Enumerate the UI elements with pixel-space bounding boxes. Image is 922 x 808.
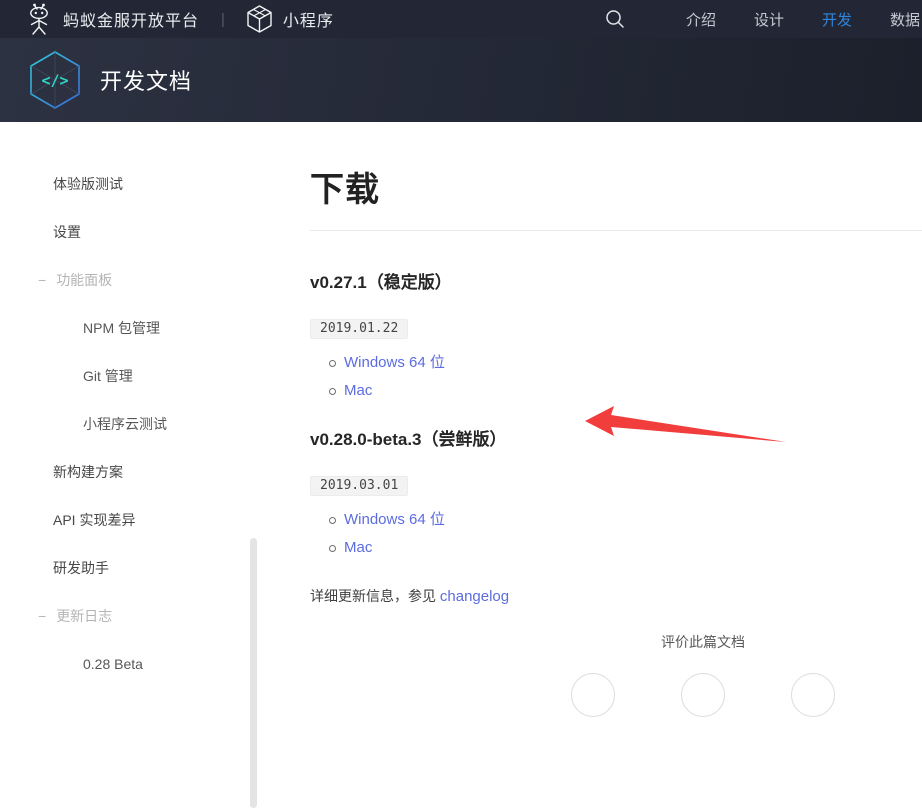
- sidebar-item-settings[interactable]: 设置: [0, 208, 300, 256]
- sidebar-item-new-build[interactable]: 新构建方案: [0, 448, 300, 496]
- release-date-badge: 2019.03.01: [310, 476, 408, 496]
- sidebar-group-feature-panel[interactable]: −功能面板: [0, 256, 300, 304]
- nav-item-design[interactable]: 设计: [754, 9, 784, 30]
- list-item: Mac: [310, 381, 922, 401]
- collapse-minus-icon[interactable]: −: [38, 608, 46, 624]
- sidebar-scrollbar[interactable]: [250, 538, 257, 808]
- rating-row: [310, 673, 922, 717]
- page-title: 下载: [310, 162, 922, 211]
- miniprogram-hexagon-icon[interactable]: [245, 4, 274, 34]
- sidebar-item-api-diff[interactable]: API 实现差异: [0, 496, 300, 544]
- sidebar-item-npm[interactable]: NPM 包管理: [0, 304, 300, 352]
- sidebar: 体验版测试 设置 −功能面板 NPM 包管理 Git 管理 小程序云测试 新构建…: [0, 122, 300, 673]
- sidebar-item-cloud-test[interactable]: 小程序云测试: [0, 400, 300, 448]
- nav-item-develop[interactable]: 开发: [822, 9, 852, 30]
- download-link-windows[interactable]: Windows 64 位: [344, 511, 445, 528]
- topbar-nav: 介绍 设计 开发 数据: [604, 8, 922, 30]
- nav-item-data[interactable]: 数据: [890, 9, 920, 30]
- search-icon[interactable]: [604, 8, 626, 30]
- download-link-mac[interactable]: Mac: [344, 539, 372, 556]
- top-navigation-bar: 蚂蚁金服开放平台 | 小程序 介绍 设计 开发: [0, 0, 922, 38]
- dev-docs-hexcube-icon: </>: [27, 49, 83, 111]
- topbar-brand-group: 蚂蚁金服开放平台 | 小程序: [24, 1, 334, 37]
- main-content: 下载 v0.27.1（稳定版） 2019.01.22 Windows 64 位 …: [310, 122, 922, 717]
- version-heading-stable: v0.27.1（稳定版）: [310, 268, 922, 293]
- rating-neutral-button[interactable]: [681, 673, 725, 717]
- brand-name[interactable]: 蚂蚁金服开放平台: [63, 7, 199, 31]
- collapse-minus-icon[interactable]: −: [38, 272, 46, 288]
- feedback-title: 评价此篇文档: [310, 632, 922, 652]
- doc-header-band: </> 开发文档: [0, 38, 922, 122]
- title-divider: [310, 230, 922, 231]
- list-item: Windows 64 位: [310, 510, 922, 530]
- ant-logo-icon[interactable]: [24, 1, 54, 37]
- download-link-list: Windows 64 位 Mac: [310, 353, 922, 401]
- version-heading-beta: v0.28.0-beta.3（尝鲜版）: [310, 425, 922, 450]
- rating-bad-button[interactable]: [791, 673, 835, 717]
- page-section-title: 开发文档: [100, 64, 192, 96]
- download-link-mac[interactable]: Mac: [344, 382, 372, 399]
- svg-text:</>: </>: [41, 72, 68, 90]
- download-link-windows[interactable]: Windows 64 位: [344, 354, 445, 371]
- release-date-badge: 2019.01.22: [310, 319, 408, 339]
- logo-divider: |: [221, 11, 225, 28]
- list-item: Windows 64 位: [310, 353, 922, 373]
- sidebar-item-trial-test[interactable]: 体验版测试: [0, 160, 300, 208]
- changelog-note: 详细更新信息，参见 changelog: [310, 586, 922, 607]
- sidebar-item-git[interactable]: Git 管理: [0, 352, 300, 400]
- list-item: Mac: [310, 538, 922, 558]
- rating-good-button[interactable]: [571, 673, 615, 717]
- download-link-list: Windows 64 位 Mac: [310, 510, 922, 558]
- product-name[interactable]: 小程序: [283, 7, 334, 31]
- nav-item-intro[interactable]: 介绍: [686, 9, 716, 30]
- changelog-link[interactable]: changelog: [440, 588, 509, 605]
